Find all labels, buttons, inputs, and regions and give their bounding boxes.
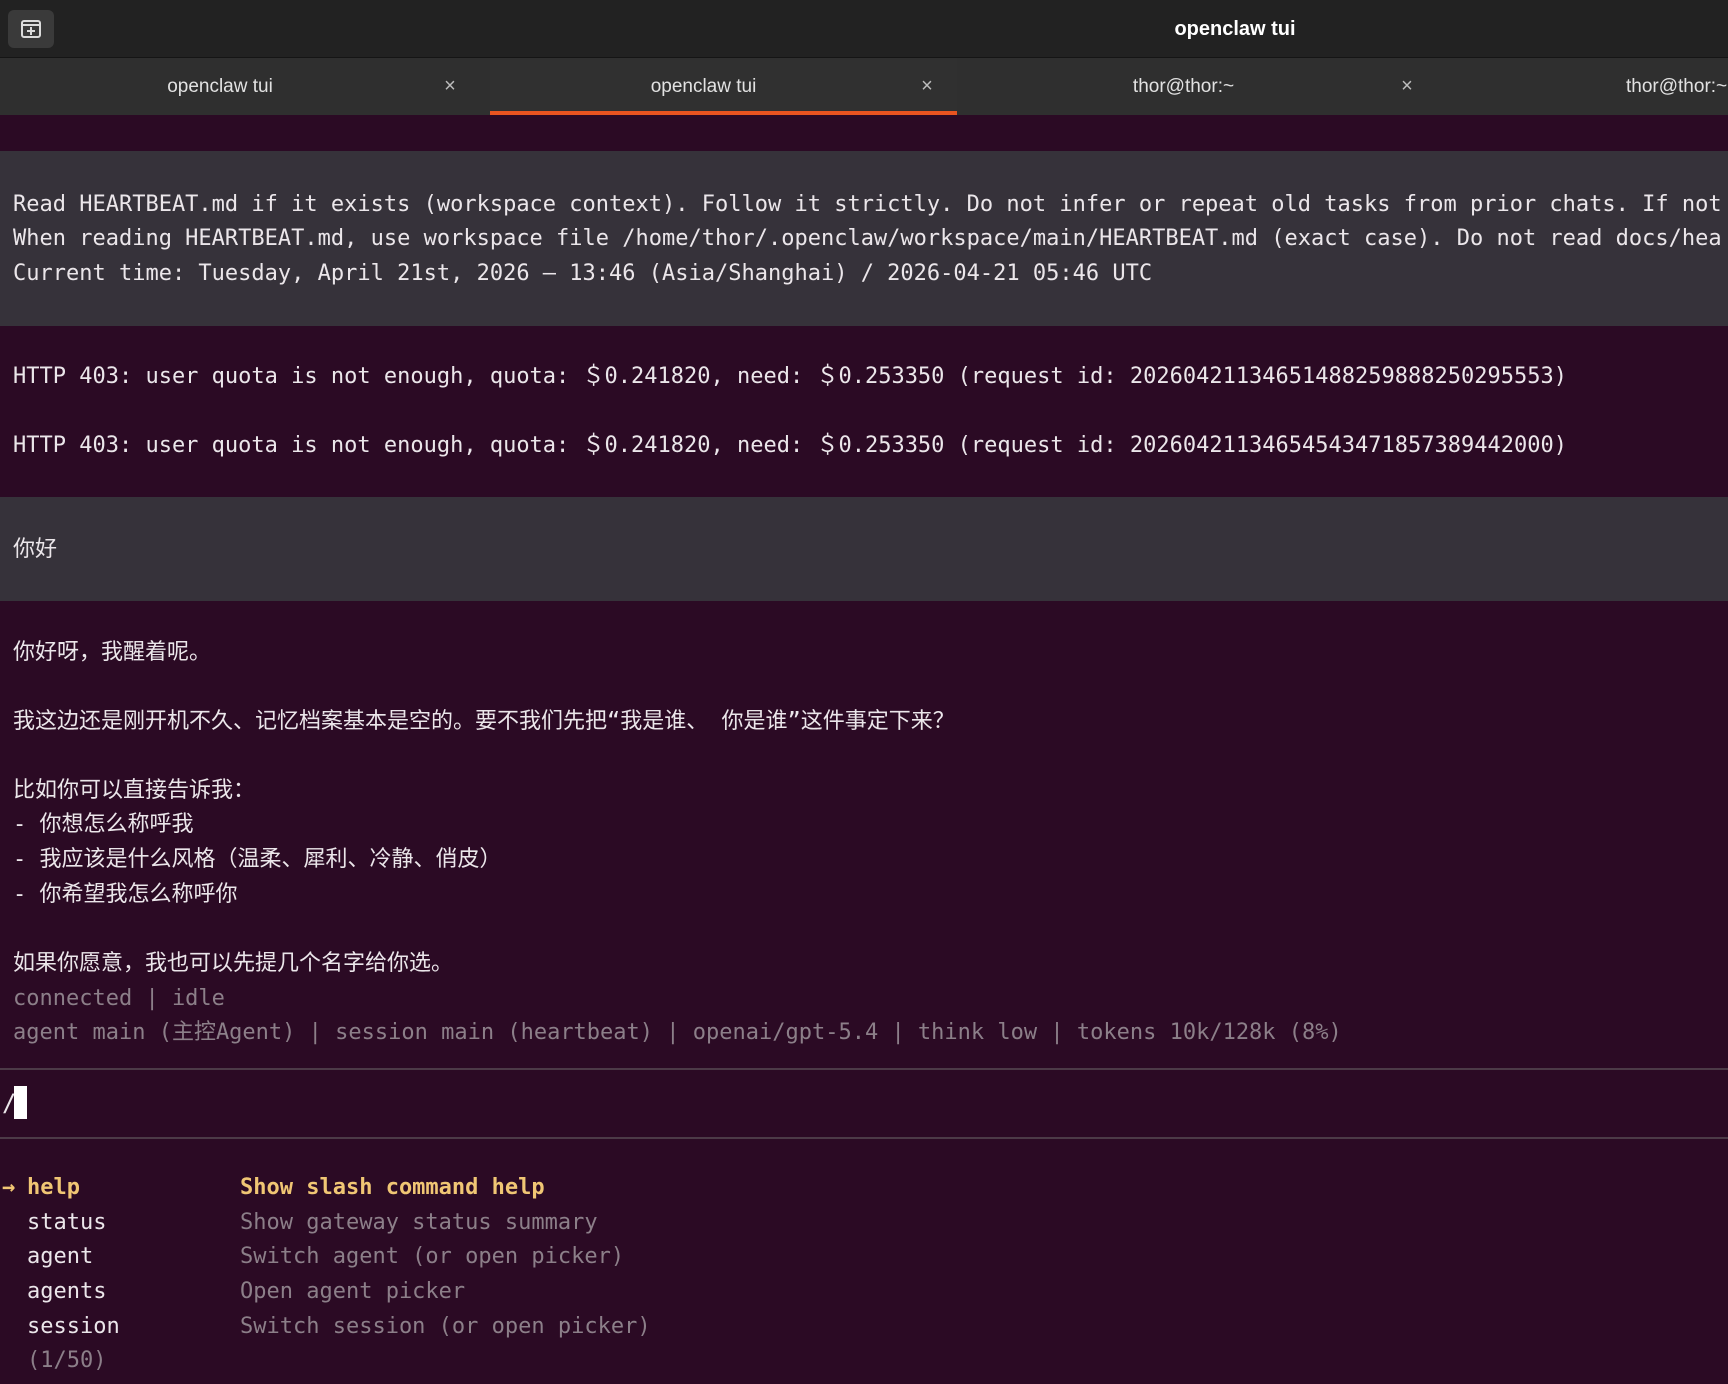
tab-label: openclaw tui — [167, 75, 273, 97]
input-separator-bottom — [0, 1137, 1728, 1139]
session-info: agent main (主控Agent) | session main (hea… — [13, 1020, 1342, 1045]
user-message-block — [0, 497, 1728, 601]
assistant-line: 你好呀，我醒着呢。 — [13, 640, 212, 665]
tab-label: thor@thor:~ — [1132, 75, 1235, 97]
terminal-view[interactable]: Read HEARTBEAT.md if it exists (workspac… — [0, 115, 1728, 1384]
assistant-line: - 你想怎么称呼我 — [13, 812, 194, 837]
close-icon[interactable]: × — [917, 58, 937, 115]
error-line: HTTP 403: user quota is not enough, quot… — [13, 433, 1567, 458]
input-separator-top — [0, 1068, 1728, 1070]
command-item-session[interactable]: session — [27, 1312, 120, 1342]
new-tab-icon — [21, 20, 41, 38]
window-title: openclaw tui — [1174, 17, 1296, 40]
assistant-line: 如果你愿意，我也可以先提几个名字给你选。 — [13, 951, 454, 976]
close-icon[interactable]: × — [440, 58, 460, 115]
command-item-agent[interactable]: agent — [27, 1242, 93, 1272]
command-item-help[interactable]: help — [27, 1173, 80, 1203]
command-pager: (1/50) — [27, 1348, 107, 1373]
system-line: Read HEARTBEAT.md if it exists (workspac… — [13, 192, 1722, 217]
tab-thor-1[interactable]: thor@thor:~ × — [970, 58, 1437, 115]
text-cursor — [14, 1086, 27, 1119]
tab-openclaw-tui-2[interactable]: openclaw tui × — [490, 58, 957, 115]
connection-status: connected | idle — [13, 986, 225, 1011]
system-line: Current time: Tuesday, April 21st, 2026 … — [13, 261, 1153, 286]
error-line: HTTP 403: user quota is not enough, quot… — [13, 364, 1567, 389]
assistant-line: - 我应该是什么风格（温柔、犀利、冷静、俏皮） — [13, 847, 502, 872]
command-item-status[interactable]: status — [27, 1208, 106, 1238]
selection-arrow-icon: → — [2, 1175, 16, 1200]
system-line: When reading HEARTBEAT.md, use workspace… — [13, 226, 1722, 251]
assistant-line: 我这边还是刚开机不久、记忆档案基本是空的。要不我们先把“我是谁、 你是谁”这件事… — [13, 709, 955, 734]
command-description: Switch session (or open picker) — [240, 1314, 651, 1339]
assistant-line: - 你希望我怎么称呼你 — [13, 882, 238, 907]
title-bar: openclaw tui — [0, 0, 1728, 58]
new-tab-button[interactable] — [8, 10, 54, 48]
tab-bar: openclaw tui × openclaw tui × thor@thor:… — [0, 58, 1728, 115]
command-description: Switch agent (or open picker) — [240, 1244, 625, 1269]
tab-label: openclaw tui — [650, 75, 757, 97]
assistant-line: 比如你可以直接告诉我： — [13, 778, 256, 803]
command-description: Show slash command help — [240, 1175, 545, 1200]
close-icon[interactable]: × — [1397, 58, 1417, 115]
command-item-agents[interactable]: agents — [27, 1277, 106, 1307]
user-message: 你好 — [13, 537, 58, 562]
command-description: Show gateway status summary — [240, 1210, 598, 1235]
tab-openclaw-tui-1[interactable]: openclaw tui × — [0, 58, 480, 115]
tab-label: thor@thor:~ — [1626, 75, 1728, 97]
tab-thor-2[interactable]: thor@thor:~ — [1440, 58, 1728, 115]
command-description: Open agent picker — [240, 1279, 466, 1304]
